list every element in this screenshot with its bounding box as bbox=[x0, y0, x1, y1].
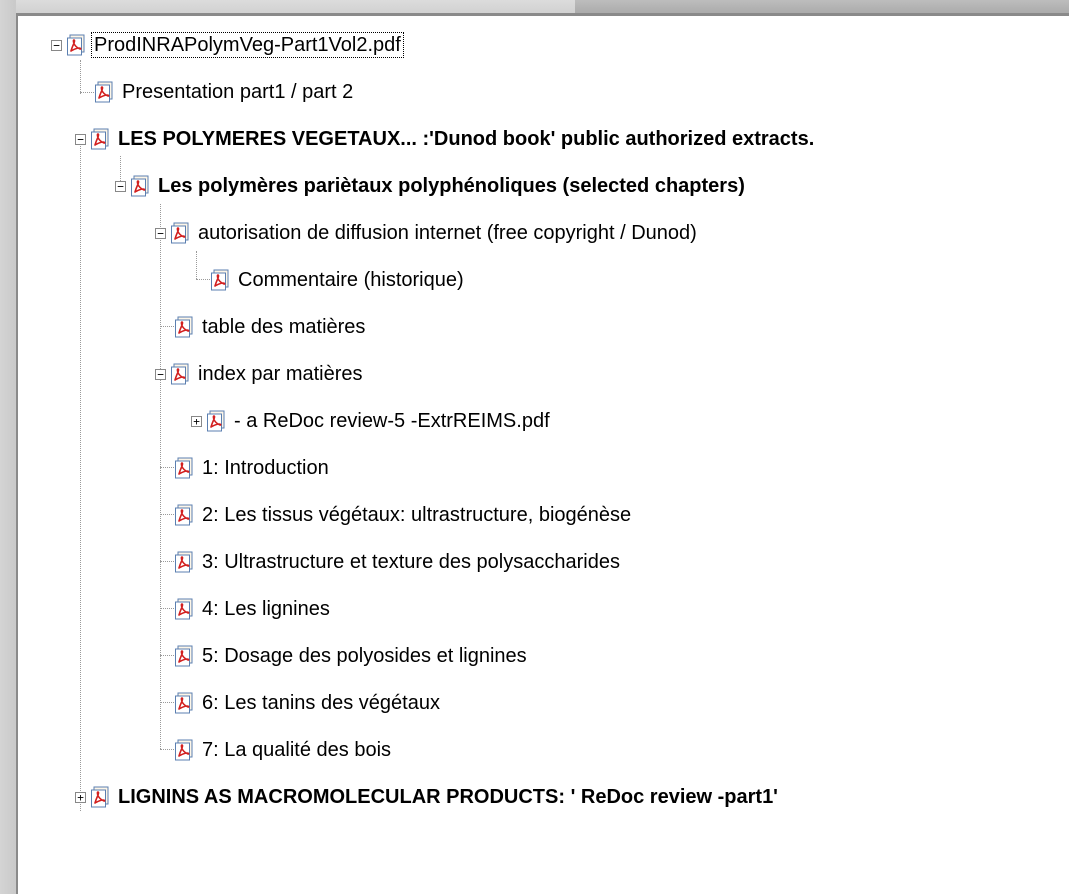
collapse-toggle-icon[interactable]: − bbox=[155, 368, 166, 380]
pdf-bookmark-icon bbox=[174, 457, 196, 479]
pdf-bookmark-icon bbox=[170, 222, 192, 244]
tree-item[interactable]: − autorisation de diffusion internet (fr… bbox=[155, 218, 699, 248]
tree-connector bbox=[196, 279, 210, 280]
tree-item[interactable]: − index par matières bbox=[155, 359, 365, 389]
tree-item-label: 3: Ultrastructure et texture des polysac… bbox=[202, 551, 620, 573]
tree-item[interactable]: 7: La qualité des bois bbox=[174, 735, 393, 765]
tree-item[interactable]: − LES POLYMERES VEGETAUX... :'Dunod book… bbox=[75, 124, 816, 154]
tree-item-label: 7: La qualité des bois bbox=[202, 739, 392, 761]
tree-item-root[interactable]: − ProdINRAPolymVeg-Part1Vol2.pdf bbox=[51, 30, 404, 60]
tree-connector bbox=[160, 514, 174, 515]
tree-item-label: index par matières bbox=[198, 363, 363, 385]
pdf-bookmark-icon bbox=[90, 786, 112, 808]
expand-toggle-icon[interactable]: + bbox=[191, 415, 202, 427]
expand-toggle-icon[interactable]: + bbox=[75, 791, 86, 803]
tree-item[interactable]: − Les polymères pariètaux polyphénolique… bbox=[115, 171, 747, 201]
pdf-bookmark-icon bbox=[170, 363, 192, 385]
pdf-bookmark-icon bbox=[174, 551, 196, 573]
pdf-bookmark-icon bbox=[210, 269, 232, 291]
tree-item-label: table des matières bbox=[202, 316, 366, 338]
pdf-bookmark-icon bbox=[206, 410, 228, 432]
tree-connector bbox=[160, 655, 174, 656]
collapse-toggle-icon[interactable]: − bbox=[155, 227, 166, 239]
tree-connector bbox=[160, 467, 174, 468]
tree-connector bbox=[80, 92, 94, 93]
pdf-bookmark-icon bbox=[174, 598, 196, 620]
tree-item[interactable]: 2: Les tissus végétaux: ultrastructure, … bbox=[174, 500, 633, 530]
tree-item-label: ProdINRAPolymVeg-Part1Vol2.pdf bbox=[91, 32, 404, 58]
tree-connector bbox=[160, 608, 174, 609]
tree-item[interactable]: table des matières bbox=[174, 312, 367, 342]
pdf-bookmark-icon bbox=[174, 316, 196, 338]
pdf-bookmark-icon bbox=[90, 128, 112, 150]
tree-item-label: 2: Les tissus végétaux: ultrastructure, … bbox=[202, 504, 632, 526]
tree-item-label: 5: Dosage des polyosides et lignines bbox=[202, 645, 527, 667]
tree-item[interactable]: 4: Les lignines bbox=[174, 594, 332, 624]
tree-item-label: 6: Les tanins des végétaux bbox=[202, 692, 440, 714]
pdf-bookmark-icon bbox=[130, 175, 152, 197]
tree-item-label: autorisation de diffusion internet (free… bbox=[198, 222, 697, 244]
tree-connector bbox=[160, 326, 174, 327]
tree-connector bbox=[196, 251, 197, 279]
tree-item[interactable]: 5: Dosage des polyosides et lignines bbox=[174, 641, 529, 671]
collapse-toggle-icon[interactable]: − bbox=[75, 133, 86, 145]
pdf-bookmark-icon bbox=[174, 692, 196, 714]
tree-item-label: - a ReDoc review-5 -ExtrREIMS.pdf bbox=[234, 410, 550, 432]
tree-item[interactable]: Presentation part1 / part 2 bbox=[94, 77, 355, 107]
tree-connector bbox=[160, 702, 174, 703]
tree-connector bbox=[160, 204, 161, 749]
tree-item[interactable]: 1: Introduction bbox=[174, 453, 331, 483]
pdf-bookmark-icon bbox=[174, 645, 196, 667]
bookmarks-tree: − ProdINRAPolymVeg-Part1Vol2.pdf Present… bbox=[16, 16, 1069, 894]
pdf-bookmark-icon bbox=[174, 504, 196, 526]
tree-item-label: Commentaire (historique) bbox=[238, 269, 464, 291]
tree-item[interactable]: + - a ReDoc review-5 -ExtrREIMS.pdf bbox=[191, 406, 552, 436]
tree-connector bbox=[80, 60, 81, 94]
tree-item[interactable]: 6: Les tanins des végétaux bbox=[174, 688, 442, 718]
tree-item-label: Les polymères pariètaux polyphénoliques … bbox=[158, 175, 745, 197]
pdf-bookmark-icon bbox=[174, 739, 196, 761]
pdf-bookmark-icon bbox=[94, 81, 116, 103]
tree-item-label: 1: Introduction bbox=[202, 457, 329, 479]
tree-item[interactable]: 3: Ultrastructure et texture des polysac… bbox=[174, 547, 622, 577]
tree-item[interactable]: Commentaire (historique) bbox=[210, 265, 466, 295]
tree-item[interactable]: + LIGNINS AS MACROMOLECULAR PRODUCTS: ' … bbox=[75, 782, 780, 812]
tree-item-label: 4: Les lignines bbox=[202, 598, 330, 620]
tree-item-label: LIGNINS AS MACROMOLECULAR PRODUCTS: ' Re… bbox=[118, 786, 778, 808]
tree-connector bbox=[80, 146, 81, 811]
tree-item-label: LES POLYMERES VEGETAUX... :'Dunod book' … bbox=[118, 128, 815, 150]
window-left-border bbox=[0, 0, 16, 894]
collapse-toggle-icon[interactable]: − bbox=[115, 180, 126, 192]
tree-connector bbox=[160, 561, 174, 562]
tree-item-label: Presentation part1 / part 2 bbox=[122, 81, 354, 103]
pdf-bookmark-icon bbox=[66, 34, 88, 56]
tree-connector bbox=[160, 749, 174, 750]
collapse-toggle-icon[interactable]: − bbox=[51, 39, 62, 51]
